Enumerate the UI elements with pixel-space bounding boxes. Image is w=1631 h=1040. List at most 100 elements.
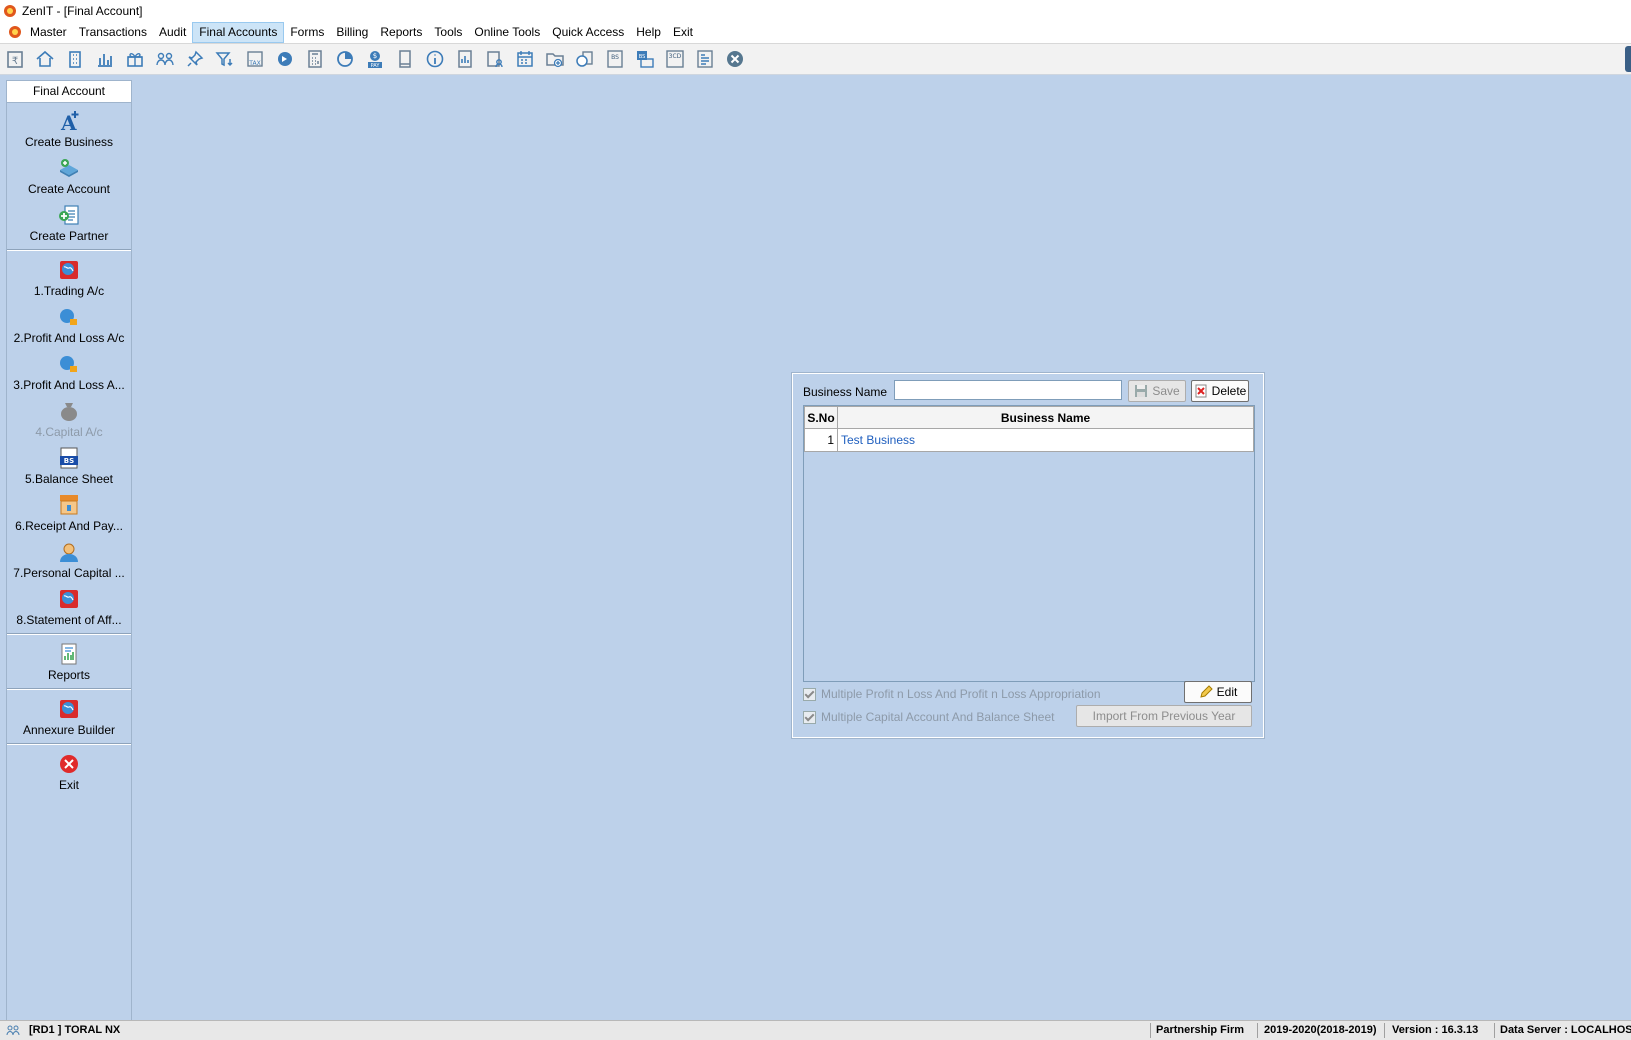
sidebar-item-label: Annexure Builder [22,723,116,737]
status-version: Version : 16.3.13 [1392,1024,1479,1036]
document-list-icon[interactable] [694,48,716,70]
building-icon[interactable] [64,48,86,70]
pie-icon[interactable] [334,48,356,70]
menu-online-tools[interactable]: Online Tools [468,22,546,43]
report-icon[interactable] [454,48,476,70]
receipt-payment-icon [60,495,78,515]
import-previous-year-button[interactable]: Import From Previous Year [1076,705,1252,727]
toolbar: ₹ TAX $ PAY BS BS 3CD [0,44,1631,75]
delete-label: Delete [1211,384,1247,398]
sidebar-separator [7,633,131,635]
sidebar-item-create-partner[interactable]: Create Partner [7,203,131,243]
sidebar-item-label: Create Account [27,182,111,196]
multiple-pl-label: Multiple Profit n Loss And Profit n Loss… [821,687,1101,701]
filter-icon[interactable] [214,48,236,70]
user-card-icon[interactable] [484,48,506,70]
sidebar-item-create-business[interactable]: A Create Business [7,109,131,149]
save-button[interactable]: Save [1128,380,1186,402]
sidebar-item-label: Create Business [24,135,114,149]
menu-exit[interactable]: Exit [667,22,699,43]
menu-help[interactable]: Help [630,22,667,43]
sidebar-item-profit-and-loss-appropriation[interactable]: 3.Profit And Loss A... [7,352,131,392]
edit-label: Edit [1216,685,1238,699]
menu-final-accounts[interactable]: Final Accounts [192,22,285,43]
sidebar-separator [7,249,131,251]
calendar-icon[interactable] [514,48,536,70]
sidebar-item-label: 6.Receipt And Pay... [15,519,123,533]
delete-icon [1195,384,1207,398]
sidebar-item-label: Create Partner [29,229,109,243]
business-name-label: Business Name [803,385,888,399]
home-icon[interactable] [34,48,56,70]
info-icon[interactable] [424,48,446,70]
svg-text:₹: ₹ [12,56,18,67]
calculator-icon[interactable] [304,48,326,70]
multiple-capital-label: Multiple Capital Account And Balance She… [821,710,1055,724]
window-title: ZenIT - [Final Account] [22,4,143,18]
cell-business-name[interactable]: Test Business [837,428,1254,452]
sidebar-item-statement-of-affairs[interactable]: 8.Statement of Aff... [7,587,131,627]
system-menu-icon[interactable] [8,25,22,39]
sidebar-item-create-account[interactable]: Create Account [7,156,131,196]
chart-circle-icon[interactable] [574,48,596,70]
status-separator [1257,1023,1258,1038]
menu-quick-access[interactable]: Quick Access [546,22,630,43]
sidebar-item-label: 1.Trading A/c [33,284,105,298]
sidebar-item-annexure-builder[interactable]: Annexure Builder [7,697,131,737]
column-header-sno[interactable]: S.No [804,406,838,429]
status-user: [RD1 ] TORAL NX [29,1024,121,1036]
personal-capital-icon [60,543,78,562]
sidebar-item-exit[interactable]: Exit [7,752,131,792]
profit-loss-appropriation-icon [60,356,77,372]
sidebar-item-label: 8.Statement of Aff... [16,613,122,627]
bs-icon[interactable]: BS [604,48,626,70]
sidebar-item-reports[interactable]: Reports [7,642,131,682]
refresh-icon[interactable] [274,48,296,70]
gift-icon[interactable] [124,48,146,70]
menu-reports[interactable]: Reports [374,22,428,43]
column-header-business-name[interactable]: Business Name [837,406,1254,429]
create-account-icon [60,159,78,177]
sidebar-item-label: 2.Profit And Loss A/c [13,331,125,345]
pin-icon[interactable] [184,48,206,70]
book-icon[interactable] [394,48,416,70]
sidebar-item-personal-capital[interactable]: 7.Personal Capital ... [7,540,131,580]
status-separator [1150,1023,1151,1038]
3cd-icon[interactable]: 3CD [664,48,686,70]
title-bar: ZenIT - [Final Account] [0,0,1631,22]
edit-button[interactable]: Edit [1184,681,1252,703]
annexure-builder-icon [60,700,78,718]
menu-audit[interactable]: Audit [153,22,192,43]
menu-master[interactable]: Master [24,22,73,43]
rupee-ledger-icon[interactable]: ₹ [4,48,26,70]
delete-button[interactable]: Delete [1191,380,1249,402]
svg-text:3CD: 3CD [669,53,682,60]
status-separator [1384,1023,1385,1038]
menu-tools[interactable]: Tools [428,22,468,43]
close-circle-icon[interactable] [724,48,746,70]
status-separator [1494,1023,1495,1038]
menu-forms[interactable]: Forms [284,22,330,43]
menu-billing[interactable]: Billing [330,22,374,43]
bar-chart-icon[interactable] [94,48,116,70]
table-row[interactable]: 1 Test Business [804,428,1254,452]
bs-group-icon[interactable]: BS [634,48,656,70]
status-server: Data Server : LOCALHOST [1500,1024,1631,1036]
pay-icon[interactable]: $ PAY [364,48,386,70]
menu-transactions[interactable]: Transactions [73,22,153,43]
sidebar-item-trading-ac[interactable]: 1.Trading A/c [7,258,131,298]
sidebar-separator [7,743,131,745]
sidebar-item-balance-sheet[interactable]: BS 5.Balance Sheet [7,446,131,486]
multiple-pl-checkbox [803,687,816,701]
menu-bar: Master Transactions Audit Final Accounts… [0,22,1631,44]
save-disk-icon [1135,385,1148,397]
tax-icon[interactable]: TAX [244,48,266,70]
sidebar-item-receipt-and-payment[interactable]: 6.Receipt And Pay... [7,493,131,533]
folder-add-icon[interactable] [544,48,566,70]
toolbar-edge-handle[interactable] [1625,46,1631,72]
users-icon[interactable] [154,48,176,70]
sidebar-item-profit-and-loss[interactable]: 2.Profit And Loss A/c [7,305,131,345]
svg-text:$: $ [373,52,377,60]
create-business-icon: A [60,111,79,133]
business-name-input[interactable] [894,380,1122,400]
